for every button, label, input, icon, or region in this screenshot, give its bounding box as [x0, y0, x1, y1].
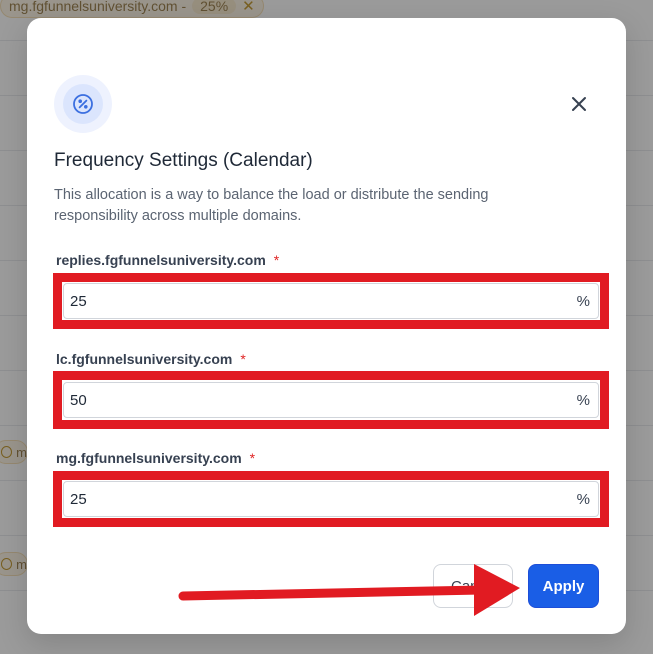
required-mark: * — [273, 252, 280, 268]
frequency-settings-modal: Frequency Settings (Calendar) This alloc… — [27, 18, 626, 634]
required-mark: * — [240, 351, 246, 367]
apply-button[interactable]: Apply — [528, 564, 599, 608]
close-icon[interactable] — [567, 92, 591, 116]
mg-percent-input[interactable]: % — [63, 481, 599, 517]
field-label-mg: mg.fgfunnelsuniversity.com * — [56, 450, 255, 466]
field-label-text: lc.fgfunnelsuniversity.com — [56, 351, 233, 367]
replies-percent-field[interactable] — [70, 292, 577, 310]
modal-description: This allocation is a way to balance the … — [54, 187, 489, 224]
field-label-lc: lc.fgfunnelsuniversity.com * — [56, 351, 246, 367]
percent-unit: % — [576, 490, 590, 508]
mg-percent-field[interactable] — [70, 490, 577, 508]
cancel-button[interactable]: Cancel — [433, 564, 513, 608]
lc-percent-field[interactable] — [70, 391, 577, 409]
required-mark: * — [249, 450, 256, 466]
field-label-replies: replies.fgfunnelsuniversity.com * — [56, 252, 279, 268]
lc-percent-input[interactable]: % — [63, 382, 599, 418]
percent-icon — [54, 75, 112, 133]
field-label-text: mg.fgfunnelsuniversity.com — [56, 450, 242, 466]
field-label-text: replies.fgfunnelsuniversity.com — [56, 252, 266, 268]
modal-title: Frequency Settings (Calendar) — [54, 150, 313, 171]
replies-percent-input[interactable]: % — [63, 283, 599, 319]
percent-unit: % — [576, 391, 590, 409]
percent-unit: % — [576, 292, 590, 310]
